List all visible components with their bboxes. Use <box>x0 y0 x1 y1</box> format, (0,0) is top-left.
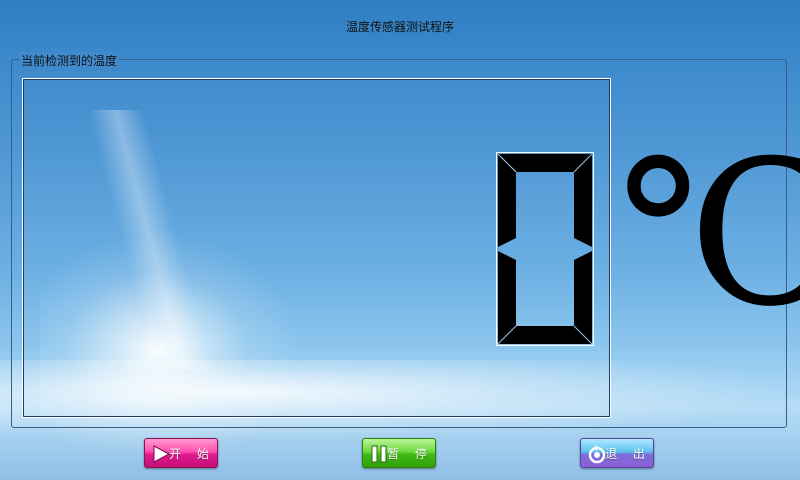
seven-segment-digit <box>496 152 594 346</box>
app-window: 温度传感器测试程序 当前检测到的温度 ℃ 开 始 暂 停 退 出 <box>0 0 800 480</box>
pause-icon <box>371 445 387 463</box>
play-icon <box>153 445 171 463</box>
exit-icon <box>588 445 606 464</box>
window-title: 温度传感器测试程序 <box>345 20 454 34</box>
pause-button-label: 暂 停 <box>387 446 433 461</box>
celsius-unit: ℃ <box>618 118 800 351</box>
start-button[interactable]: 开 始 <box>144 438 218 468</box>
pause-button[interactable]: 暂 停 <box>362 438 436 468</box>
start-button-label: 开 始 <box>169 446 215 461</box>
groupbox-title: 当前检测到的温度 <box>19 52 120 69</box>
exit-button[interactable]: 退 出 <box>580 438 654 468</box>
exit-button-label: 退 出 <box>605 446 651 461</box>
